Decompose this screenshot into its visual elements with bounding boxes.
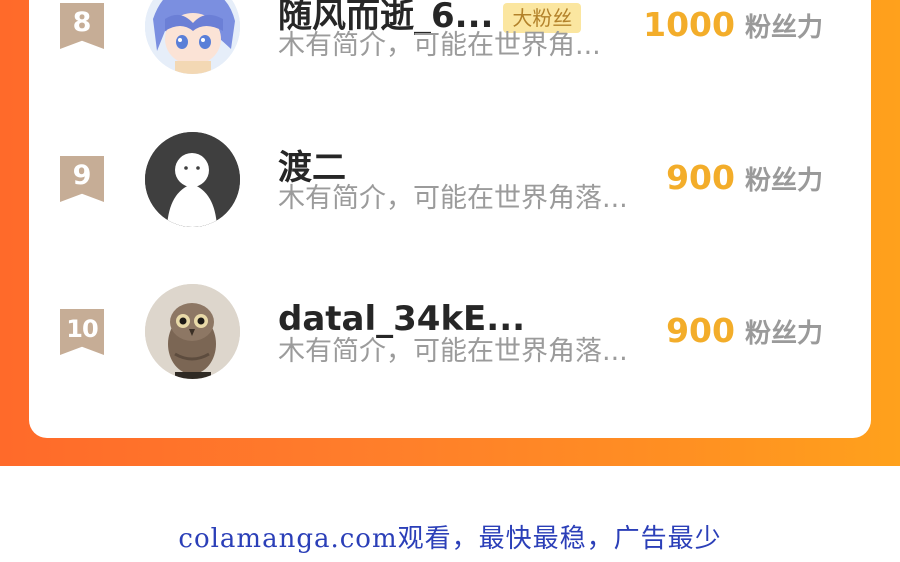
user-bio: 木有简介，可能在世界角... bbox=[278, 30, 601, 61]
ranking-row[interactable]: 8 随风而逝_6... 大粉丝 木有简介，可能在世界角... 1000 粉丝力 bbox=[29, 0, 871, 80]
owl-photo-avatar-icon bbox=[145, 284, 240, 379]
fan-power: 900 粉丝力 bbox=[666, 311, 823, 357]
fan-level-badge: 大粉丝 bbox=[503, 2, 582, 33]
username[interactable]: datal_34kE... bbox=[278, 299, 525, 339]
fan-power: 900 粉丝力 bbox=[666, 158, 823, 204]
rank-badge: 10 bbox=[60, 309, 104, 355]
avatar[interactable] bbox=[145, 0, 240, 74]
avatar[interactable] bbox=[145, 132, 240, 227]
avatar[interactable] bbox=[145, 284, 240, 379]
ranking-row[interactable]: 9 渡二 木有简介，可能在世界角落... 900 粉丝力 bbox=[29, 120, 871, 230]
fan-power-value: 900 bbox=[666, 311, 735, 350]
anime-girl-avatar-icon bbox=[145, 0, 240, 74]
username-text[interactable]: datal_34kE... bbox=[278, 299, 525, 339]
fan-power-value: 1000 bbox=[643, 5, 735, 44]
fan-power-unit: 粉丝力 bbox=[744, 319, 823, 349]
rank-badge: 9 bbox=[60, 156, 104, 202]
watermark-footer: colamanga.com观看，最快最稳，广告最少 bbox=[178, 524, 722, 554]
default-ghost-avatar-icon bbox=[145, 132, 240, 227]
fan-power: 1000 粉丝力 bbox=[643, 5, 823, 51]
fan-power-unit: 粉丝力 bbox=[744, 166, 823, 196]
fan-power-value: 900 bbox=[666, 158, 735, 197]
user-bio: 木有简介，可能在世界角落... bbox=[278, 183, 628, 214]
fan-ranking-card: 8 随风而逝_6... 大粉丝 木有简介，可能在世界角... 1000 粉丝力 9 bbox=[29, 0, 871, 438]
rank-badge: 8 bbox=[60, 3, 104, 49]
ranking-row[interactable]: 10 datal_34kE... 木有简介，可能在世界角落... 900 粉丝力 bbox=[29, 273, 871, 383]
user-bio: 木有简介，可能在世界角落... bbox=[278, 336, 628, 367]
fan-power-unit: 粉丝力 bbox=[744, 13, 823, 43]
